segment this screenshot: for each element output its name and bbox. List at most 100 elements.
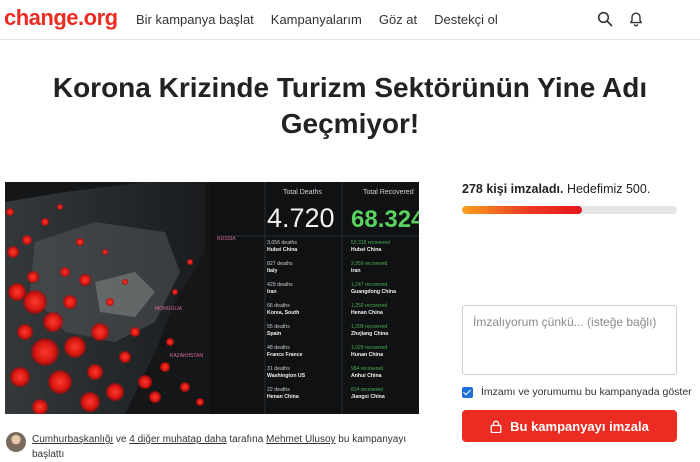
outbreak-dot	[138, 375, 152, 389]
outbreak-dot	[64, 336, 86, 358]
recovered-row-place: Jiangxi China	[351, 394, 385, 400]
recovered-row-count: 1,250 recovered	[351, 303, 387, 309]
outbreak-dot	[166, 338, 174, 346]
death-row-place: Italy	[267, 268, 277, 274]
death-row-place: Washington US	[267, 373, 306, 379]
starter-conjunction: ve	[113, 434, 130, 445]
recovered-row-count: 1,029 recovered	[351, 345, 387, 351]
outbreak-dot	[119, 351, 131, 363]
signature-count: 278 kişi imzaladı.	[462, 182, 564, 196]
outbreak-dot	[23, 290, 47, 314]
death-row-count: 66 deaths	[267, 303, 290, 309]
death-row-place: Korea, South	[267, 310, 299, 316]
total-deaths-label: Total Deaths	[283, 189, 322, 196]
outbreak-dot	[43, 312, 63, 332]
map-label-mongolia: MONGOLIA	[155, 306, 183, 312]
outbreak-dot	[187, 259, 193, 265]
death-row-place: Spain	[267, 331, 281, 337]
recovered-row-count: 2,959 recovered	[351, 261, 387, 267]
death-row-place: Henan China	[267, 394, 299, 400]
recovered-row-place: Henan China	[351, 310, 383, 316]
map-label-kazakhstan: KAZAKHSTAN	[170, 353, 203, 359]
recovered-row-place: Anhui China	[351, 373, 382, 379]
outbreak-dot	[6, 208, 14, 216]
recovered-row-count: 814 recovered	[351, 387, 383, 393]
recovered-row-place: Hubei China	[351, 247, 381, 253]
nav-start-campaign[interactable]: Bir kampanya başlat	[136, 12, 254, 27]
death-row-place: France France	[267, 352, 303, 358]
petition-hero-image: Total Deaths 4.720 Total Recovered 68.32…	[5, 182, 419, 414]
outbreak-dot	[160, 362, 170, 372]
display-signature-checkbox[interactable]	[462, 386, 473, 398]
recovered-row-place: Guangdong China	[351, 289, 396, 295]
total-recovered-label: Total Recovered	[363, 189, 414, 196]
death-row-count: 429 deaths	[267, 282, 293, 288]
outbreak-dot	[48, 370, 72, 394]
total-recovered-value: 68.324	[351, 206, 419, 233]
outbreak-dot	[31, 338, 59, 366]
petition-title: Korona Krizinde Turizm Sektörünün Yine A…	[52, 72, 648, 139]
outbreak-dot	[196, 398, 204, 406]
outbreak-dot	[80, 392, 100, 412]
starter-by-text: tarafına	[226, 434, 267, 445]
sign-petition-label: Bu kampanyayı imzala	[510, 418, 649, 434]
outbreak-dot	[122, 279, 128, 285]
starter-text: Cumhurbaşkanlığı ve 4 diğer muhatap daha…	[32, 432, 412, 462]
recovered-row-place: Hunan China	[351, 352, 383, 358]
outbreak-dot	[17, 324, 33, 340]
lock-icon	[490, 420, 502, 433]
sign-petition-button[interactable]: Bu kampanyayı imzala	[462, 410, 677, 442]
outbreak-dot	[76, 238, 84, 246]
nav-membership[interactable]: Destekçi ol	[434, 12, 498, 27]
recovered-row-count: 1,247 recovered	[351, 282, 387, 288]
outbreak-dot	[106, 298, 114, 306]
outbreak-dot	[91, 323, 109, 341]
signature-progress-fill	[462, 206, 582, 214]
reason-textarea[interactable]	[462, 305, 677, 375]
outbreak-dot	[63, 295, 77, 309]
author-link[interactable]: Mehmet Ulusoy	[266, 434, 335, 445]
death-row-count: 827 deaths	[267, 261, 293, 267]
nav-browse[interactable]: Göz at	[379, 12, 417, 27]
outbreak-dot	[172, 289, 178, 295]
death-row-count: 22 deaths	[267, 387, 290, 393]
recovered-row-count: 954 recovered	[351, 366, 383, 372]
change-org-logo[interactable]: change.org	[4, 5, 118, 31]
outbreak-dot	[60, 267, 70, 277]
signature-count-line: 278 kişi imzaladı. Hedefimiz 500.	[462, 182, 650, 196]
signature-goal: Hedefimiz 500.	[566, 182, 651, 196]
recovered-row-place: Iran	[351, 268, 361, 274]
outbreak-dot	[41, 218, 49, 226]
display-signature-label[interactable]: İmzamı ve yorumumu bu kampanyada göster	[481, 386, 692, 398]
outbreak-dot	[8, 283, 26, 301]
death-row-place: Iran	[267, 289, 277, 295]
bell-icon[interactable]	[628, 11, 644, 27]
outbreak-dot	[7, 246, 19, 258]
death-row-count: 48 deaths	[267, 345, 290, 351]
outbreak-dot	[79, 274, 91, 286]
death-row-count: 3,056 deaths	[267, 240, 297, 246]
signature-progress-bar	[462, 206, 677, 214]
outbreak-dot	[130, 327, 140, 337]
site-header: change.org Bir kampanya başlat Kampanyal…	[0, 0, 700, 40]
death-row-count: 55 deaths	[267, 324, 290, 330]
death-row-place: Hubei China	[267, 247, 297, 253]
starter-avatar[interactable]	[6, 432, 26, 452]
other-decision-makers-link[interactable]: 4 diğer muhatap daha	[129, 434, 226, 445]
outbreak-dot	[87, 364, 103, 380]
decision-maker-link[interactable]: Cumhurbaşkanlığı	[32, 434, 113, 445]
outbreak-dot	[27, 271, 39, 283]
death-row-count: 31 deaths	[267, 366, 290, 372]
display-signature-option[interactable]: İmzamı ve yorumumu bu kampanyada göster	[462, 386, 692, 398]
outbreak-dot	[102, 249, 108, 255]
outbreak-dot	[149, 391, 161, 403]
outbreak-dot	[10, 367, 30, 387]
recovered-row-place: Zhejiang China	[351, 331, 388, 337]
recovered-row-count: 1,209 recovered	[351, 324, 387, 330]
outbreak-dot	[57, 204, 63, 210]
nav-my-campaigns[interactable]: Kampanyalarım	[271, 12, 362, 27]
recovered-row-count: 50,318 recovered	[351, 240, 390, 246]
outbreak-dot	[106, 383, 124, 401]
search-icon[interactable]	[597, 11, 613, 27]
outbreak-dot	[22, 235, 32, 245]
